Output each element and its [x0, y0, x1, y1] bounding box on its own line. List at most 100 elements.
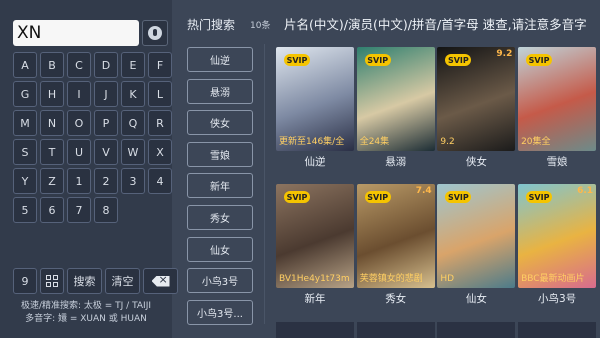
svip-badge: SVIP: [284, 191, 310, 203]
key-j[interactable]: J: [94, 81, 118, 107]
poster-image[interactable]: SVIP 全24集: [356, 47, 435, 151]
key-3[interactable]: 3: [121, 168, 145, 194]
poster-image[interactable]: SVIP HD: [437, 184, 516, 288]
key-x[interactable]: X: [148, 139, 172, 165]
results-grid: SVIP 更新至146集/全 仙逆 SVIP 全24集 悬溺 SVIP 9.2 9.2 侠女 SVI…: [276, 47, 597, 321]
poster-image[interactable]: SVIP 20集全: [518, 47, 597, 151]
keyboard-switch-button[interactable]: [40, 268, 64, 294]
key-e[interactable]: E: [121, 52, 145, 78]
key-5[interactable]: 5: [13, 197, 37, 223]
key-2[interactable]: 2: [94, 168, 118, 194]
hot-search-item[interactable]: 秀女: [187, 204, 253, 230]
key-b[interactable]: B: [40, 52, 64, 78]
key-h[interactable]: H: [40, 81, 64, 107]
key-c[interactable]: C: [67, 52, 91, 78]
result-card[interactable]: SVIP 全24集悬溺: [356, 47, 435, 184]
episode-label: BV1He4y1t73m: [279, 274, 350, 284]
svip-badge: SVIP: [526, 191, 553, 203]
result-title: 秀女: [385, 293, 407, 305]
result-card[interactable]: SVIP HD 仙女: [437, 184, 516, 321]
svip-badge: SVIP: [364, 191, 391, 203]
key-v[interactable]: V: [94, 139, 118, 165]
episode-label: HD: [440, 274, 455, 284]
key-a[interactable]: A: [13, 52, 37, 78]
result-title: 悬溺: [385, 156, 407, 168]
svip-badge: SVIP: [364, 54, 391, 66]
search-hint-abbreviation: 极速/精准搜索: 太极 = TJ / TAIJI: [20, 301, 151, 311]
hot-search-item[interactable]: 侠女: [187, 110, 253, 136]
key-p[interactable]: P: [94, 110, 118, 136]
key-7[interactable]: 7: [67, 197, 91, 223]
episode-label: 9.2: [440, 137, 455, 147]
svip-badge: SVIP: [445, 54, 472, 66]
result-card[interactable]: SVIP 9.2 9.2 侠女: [437, 47, 516, 184]
key-s[interactable]: S: [13, 139, 37, 165]
hot-search-item[interactable]: 新年: [187, 173, 253, 199]
key-i[interactable]: I: [67, 81, 91, 107]
poster-partial[interactable]: [276, 322, 354, 338]
result-title: 雪娘: [546, 156, 568, 168]
result-title: 侠女: [465, 156, 487, 168]
poster-image[interactable]: SVIP 6.1 BBC最新动画片: [518, 184, 597, 288]
key-4[interactable]: 4: [148, 168, 172, 194]
key-9[interactable]: 9: [13, 268, 37, 294]
key-w[interactable]: W: [121, 139, 145, 165]
search-button[interactable]: 搜索: [67, 268, 102, 294]
keyboard-bottom-row: 9 搜索 清空: [13, 268, 178, 294]
hot-search-count: 10条: [250, 21, 271, 31]
result-card[interactable]: SVIP 6.1 BBC最新动画片小鸟3号: [518, 184, 597, 321]
key-g[interactable]: G: [13, 81, 37, 107]
result-card[interactable]: SVIP BV1He4y1t73m 新年: [276, 184, 354, 321]
hot-search-list: 仙逆悬溺侠女雪娘新年秀女仙女小鸟3号小鸟3号...: [187, 47, 253, 331]
poster-partial[interactable]: [356, 322, 435, 338]
result-card[interactable]: SVIP 20集全雪娘: [518, 47, 597, 184]
poster-image[interactable]: SVIP BV1He4y1t73m: [276, 184, 354, 288]
key-y[interactable]: Y: [13, 168, 37, 194]
backspace-button[interactable]: [143, 268, 178, 294]
voice-search-button[interactable]: [142, 20, 168, 46]
poster-partial[interactable]: [518, 322, 597, 338]
poster-partial[interactable]: [437, 322, 516, 338]
key-o[interactable]: O: [67, 110, 91, 136]
key-z[interactable]: Z: [40, 168, 64, 194]
results-next-row: [276, 322, 597, 338]
key-q[interactable]: Q: [121, 110, 145, 136]
result-title: 小鸟3号: [537, 293, 577, 305]
hot-search-item[interactable]: 小鸟3号: [187, 268, 253, 294]
key-6[interactable]: 6: [40, 197, 64, 223]
letter-keyboard: ABCDEF GHIJKL MNOPQR STUVWX YZ1234 5678: [13, 52, 172, 223]
result-card[interactable]: SVIP 7.4 芙蓉镇女的悲剧 秀女: [356, 184, 435, 321]
episode-label: 更新至146集/全: [279, 137, 345, 147]
hot-search-item[interactable]: 悬溺: [187, 78, 253, 104]
svip-badge: SVIP: [526, 54, 553, 66]
search-hint-polyphone: 多音字: 嬛 = XUAN 或 HUAN: [25, 314, 147, 324]
hot-search-item[interactable]: 小鸟3号...: [187, 299, 253, 325]
episode-label: BBC最新动画片: [521, 274, 585, 284]
key-1[interactable]: 1: [67, 168, 91, 194]
key-n[interactable]: N: [40, 110, 64, 136]
key-m[interactable]: M: [13, 110, 37, 136]
result-card[interactable]: SVIP 更新至146集/全 仙逆: [276, 47, 354, 184]
poster-image[interactable]: SVIP 7.4 芙蓉镇女的悲剧: [356, 184, 435, 288]
key-l[interactable]: L: [148, 81, 172, 107]
microphone-icon: [148, 26, 162, 40]
search-input[interactable]: XN: [13, 20, 139, 46]
episode-label: 全24集: [359, 137, 390, 147]
hot-search-item[interactable]: 雪娘: [187, 141, 253, 167]
key-f[interactable]: F: [148, 52, 172, 78]
hot-search-item[interactable]: 仙逆: [187, 47, 253, 72]
clear-button[interactable]: 清空: [105, 268, 140, 294]
keyboard-grid-icon: [46, 275, 58, 287]
rating-badge: 7.4: [415, 186, 432, 196]
key-u[interactable]: U: [67, 139, 91, 165]
result-title: 仙逆: [304, 156, 326, 168]
poster-image[interactable]: SVIP 更新至146集/全: [276, 47, 354, 151]
key-d[interactable]: D: [94, 52, 118, 78]
key-k[interactable]: K: [121, 81, 145, 107]
key-r[interactable]: R: [148, 110, 172, 136]
svip-badge: SVIP: [284, 54, 310, 66]
hot-search-item[interactable]: 仙女: [187, 236, 253, 262]
poster-image[interactable]: SVIP 9.2 9.2: [437, 47, 516, 151]
key-t[interactable]: T: [40, 139, 64, 165]
key-8[interactable]: 8: [94, 197, 118, 223]
